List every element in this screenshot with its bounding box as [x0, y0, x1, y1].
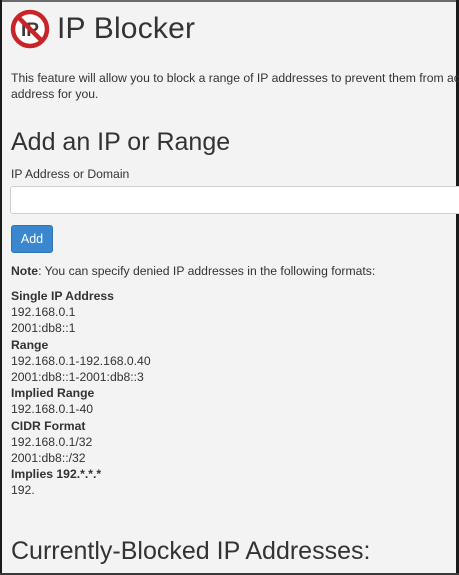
format-heading-implies: Implies 192.*.*.* — [11, 467, 102, 482]
feature-description: This feature will allow you to block a r… — [11, 70, 459, 102]
description-line-2: address for you. — [11, 87, 99, 101]
window-frame-top — [0, 0, 459, 2]
format-list: Single IP Address 192.168.0.1 2001:db8::… — [11, 288, 151, 499]
note-label: Note — [11, 264, 39, 278]
format-example: 192.168.0.1/32 — [11, 434, 93, 449]
add-section-title: Add an IP or Range — [11, 128, 231, 156]
format-heading-single-ip: Single IP Address — [11, 289, 114, 303]
add-button[interactable]: Add — [11, 225, 53, 253]
ip-address-input[interactable] — [10, 186, 459, 214]
page-header: IP IP Blocker — [10, 9, 195, 49]
note-text: : You can specify denied IP addresses in… — [38, 264, 376, 278]
format-heading-cidr: CIDR Format — [11, 418, 86, 433]
page-title: IP Blocker — [57, 12, 196, 45]
format-example: 192.168.0.1 — [11, 305, 76, 320]
format-heading-implied-range: Implied Range — [11, 386, 95, 401]
format-example: 192. — [11, 483, 35, 498]
format-heading-range: Range — [11, 337, 49, 352]
window-frame-left — [0, 0, 2, 575]
blocked-section-title: Currently-Blocked IP Addresses: — [11, 537, 371, 565]
format-note: Note: You can specify denied IP addresse… — [11, 264, 375, 278]
format-example: 192.168.0.1-192.168.0.40 — [11, 353, 151, 368]
description-line-1: This feature will allow you to block a r… — [11, 71, 459, 85]
format-example: 192.168.0.1-40 — [11, 402, 93, 417]
format-example: 2001:db8::1-2001:db8::3 — [11, 370, 144, 385]
format-example: 2001:db8::/32 — [11, 451, 86, 466]
ip-field-label: IP Address or Domain — [11, 167, 130, 181]
format-example: 2001:db8::1 — [11, 321, 76, 336]
ip-blocker-logo-icon: IP — [10, 9, 50, 49]
